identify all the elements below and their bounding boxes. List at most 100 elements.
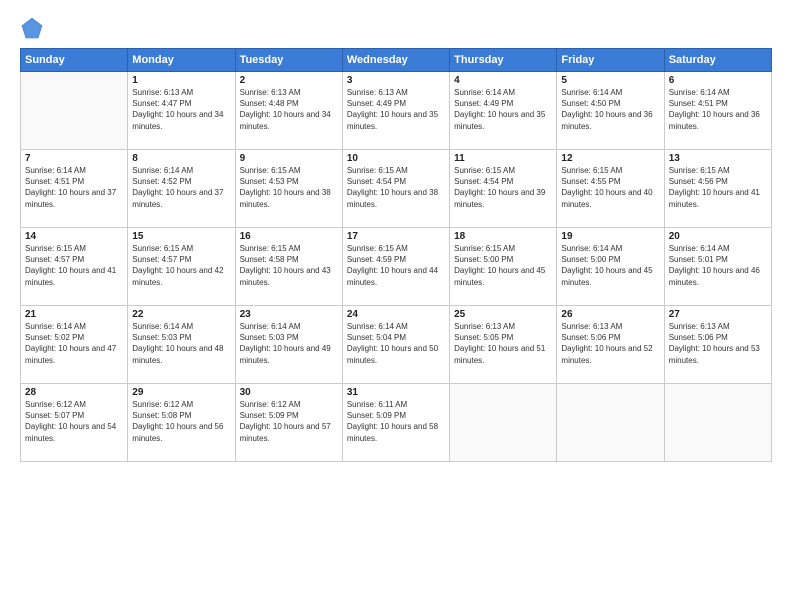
calendar-cell: 18Sunrise: 6:15 AM Sunset: 5:00 PM Dayli…	[450, 228, 557, 306]
day-number: 21	[25, 309, 123, 320]
day-number: 4	[454, 75, 552, 86]
calendar-cell: 15Sunrise: 6:15 AM Sunset: 4:57 PM Dayli…	[128, 228, 235, 306]
calendar-cell: 10Sunrise: 6:15 AM Sunset: 4:54 PM Dayli…	[342, 150, 449, 228]
calendar-cell: 11Sunrise: 6:15 AM Sunset: 4:54 PM Dayli…	[450, 150, 557, 228]
day-info: Sunrise: 6:15 AM Sunset: 4:56 PM Dayligh…	[669, 165, 767, 210]
calendar-cell: 22Sunrise: 6:14 AM Sunset: 5:03 PM Dayli…	[128, 306, 235, 384]
calendar-cell: 23Sunrise: 6:14 AM Sunset: 5:03 PM Dayli…	[235, 306, 342, 384]
day-info: Sunrise: 6:14 AM Sunset: 4:51 PM Dayligh…	[669, 87, 767, 132]
day-info: Sunrise: 6:13 AM Sunset: 4:48 PM Dayligh…	[240, 87, 338, 132]
weekday-header-row: SundayMondayTuesdayWednesdayThursdayFrid…	[21, 49, 772, 72]
logo	[20, 16, 48, 40]
day-number: 26	[561, 309, 659, 320]
calendar-table: SundayMondayTuesdayWednesdayThursdayFrid…	[20, 48, 772, 462]
day-number: 22	[132, 309, 230, 320]
day-info: Sunrise: 6:14 AM Sunset: 5:00 PM Dayligh…	[561, 243, 659, 288]
day-number: 23	[240, 309, 338, 320]
day-info: Sunrise: 6:14 AM Sunset: 5:03 PM Dayligh…	[132, 321, 230, 366]
day-info: Sunrise: 6:11 AM Sunset: 5:09 PM Dayligh…	[347, 399, 445, 444]
calendar-cell: 6Sunrise: 6:14 AM Sunset: 4:51 PM Daylig…	[664, 72, 771, 150]
calendar-cell: 1Sunrise: 6:13 AM Sunset: 4:47 PM Daylig…	[128, 72, 235, 150]
calendar-cell: 7Sunrise: 6:14 AM Sunset: 4:51 PM Daylig…	[21, 150, 128, 228]
day-info: Sunrise: 6:14 AM Sunset: 5:02 PM Dayligh…	[25, 321, 123, 366]
day-info: Sunrise: 6:12 AM Sunset: 5:09 PM Dayligh…	[240, 399, 338, 444]
day-info: Sunrise: 6:12 AM Sunset: 5:08 PM Dayligh…	[132, 399, 230, 444]
day-number: 3	[347, 75, 445, 86]
day-number: 31	[347, 387, 445, 398]
calendar-cell: 25Sunrise: 6:13 AM Sunset: 5:05 PM Dayli…	[450, 306, 557, 384]
calendar-cell: 30Sunrise: 6:12 AM Sunset: 5:09 PM Dayli…	[235, 384, 342, 462]
day-info: Sunrise: 6:14 AM Sunset: 4:52 PM Dayligh…	[132, 165, 230, 210]
day-info: Sunrise: 6:15 AM Sunset: 4:57 PM Dayligh…	[25, 243, 123, 288]
calendar-cell: 21Sunrise: 6:14 AM Sunset: 5:02 PM Dayli…	[21, 306, 128, 384]
day-info: Sunrise: 6:14 AM Sunset: 4:50 PM Dayligh…	[561, 87, 659, 132]
day-number: 10	[347, 153, 445, 164]
day-info: Sunrise: 6:14 AM Sunset: 4:51 PM Dayligh…	[25, 165, 123, 210]
calendar-cell: 31Sunrise: 6:11 AM Sunset: 5:09 PM Dayli…	[342, 384, 449, 462]
day-number: 28	[25, 387, 123, 398]
day-number: 17	[347, 231, 445, 242]
calendar-cell: 16Sunrise: 6:15 AM Sunset: 4:58 PM Dayli…	[235, 228, 342, 306]
day-info: Sunrise: 6:14 AM Sunset: 4:49 PM Dayligh…	[454, 87, 552, 132]
day-number: 11	[454, 153, 552, 164]
day-info: Sunrise: 6:13 AM Sunset: 5:05 PM Dayligh…	[454, 321, 552, 366]
day-number: 5	[561, 75, 659, 86]
day-number: 9	[240, 153, 338, 164]
day-number: 20	[669, 231, 767, 242]
calendar-cell: 20Sunrise: 6:14 AM Sunset: 5:01 PM Dayli…	[664, 228, 771, 306]
day-number: 27	[669, 309, 767, 320]
calendar-week-row: 1Sunrise: 6:13 AM Sunset: 4:47 PM Daylig…	[21, 72, 772, 150]
calendar-page: SundayMondayTuesdayWednesdayThursdayFrid…	[0, 0, 792, 612]
calendar-week-row: 14Sunrise: 6:15 AM Sunset: 4:57 PM Dayli…	[21, 228, 772, 306]
calendar-cell	[557, 384, 664, 462]
calendar-cell: 5Sunrise: 6:14 AM Sunset: 4:50 PM Daylig…	[557, 72, 664, 150]
weekday-header: Saturday	[664, 49, 771, 72]
logo-icon	[20, 16, 44, 40]
calendar-cell: 9Sunrise: 6:15 AM Sunset: 4:53 PM Daylig…	[235, 150, 342, 228]
day-number: 19	[561, 231, 659, 242]
calendar-week-row: 21Sunrise: 6:14 AM Sunset: 5:02 PM Dayli…	[21, 306, 772, 384]
weekday-header: Wednesday	[342, 49, 449, 72]
calendar-cell: 3Sunrise: 6:13 AM Sunset: 4:49 PM Daylig…	[342, 72, 449, 150]
day-info: Sunrise: 6:15 AM Sunset: 5:00 PM Dayligh…	[454, 243, 552, 288]
day-info: Sunrise: 6:15 AM Sunset: 4:57 PM Dayligh…	[132, 243, 230, 288]
day-number: 16	[240, 231, 338, 242]
day-number: 7	[25, 153, 123, 164]
day-number: 30	[240, 387, 338, 398]
day-number: 18	[454, 231, 552, 242]
day-number: 1	[132, 75, 230, 86]
calendar-cell: 24Sunrise: 6:14 AM Sunset: 5:04 PM Dayli…	[342, 306, 449, 384]
calendar-cell	[664, 384, 771, 462]
calendar-cell	[21, 72, 128, 150]
calendar-cell: 8Sunrise: 6:14 AM Sunset: 4:52 PM Daylig…	[128, 150, 235, 228]
weekday-header: Tuesday	[235, 49, 342, 72]
day-number: 6	[669, 75, 767, 86]
day-info: Sunrise: 6:15 AM Sunset: 4:59 PM Dayligh…	[347, 243, 445, 288]
day-number: 12	[561, 153, 659, 164]
day-info: Sunrise: 6:15 AM Sunset: 4:53 PM Dayligh…	[240, 165, 338, 210]
calendar-cell: 29Sunrise: 6:12 AM Sunset: 5:08 PM Dayli…	[128, 384, 235, 462]
day-number: 2	[240, 75, 338, 86]
calendar-cell: 12Sunrise: 6:15 AM Sunset: 4:55 PM Dayli…	[557, 150, 664, 228]
day-number: 8	[132, 153, 230, 164]
weekday-header: Thursday	[450, 49, 557, 72]
weekday-header: Monday	[128, 49, 235, 72]
calendar-cell: 17Sunrise: 6:15 AM Sunset: 4:59 PM Dayli…	[342, 228, 449, 306]
day-number: 15	[132, 231, 230, 242]
day-number: 24	[347, 309, 445, 320]
day-info: Sunrise: 6:13 AM Sunset: 4:47 PM Dayligh…	[132, 87, 230, 132]
day-info: Sunrise: 6:13 AM Sunset: 5:06 PM Dayligh…	[561, 321, 659, 366]
calendar-cell: 14Sunrise: 6:15 AM Sunset: 4:57 PM Dayli…	[21, 228, 128, 306]
day-number: 13	[669, 153, 767, 164]
day-number: 25	[454, 309, 552, 320]
day-number: 29	[132, 387, 230, 398]
day-number: 14	[25, 231, 123, 242]
day-info: Sunrise: 6:15 AM Sunset: 4:54 PM Dayligh…	[454, 165, 552, 210]
calendar-cell	[450, 384, 557, 462]
day-info: Sunrise: 6:15 AM Sunset: 4:54 PM Dayligh…	[347, 165, 445, 210]
calendar-week-row: 28Sunrise: 6:12 AM Sunset: 5:07 PM Dayli…	[21, 384, 772, 462]
calendar-cell: 4Sunrise: 6:14 AM Sunset: 4:49 PM Daylig…	[450, 72, 557, 150]
weekday-header: Sunday	[21, 49, 128, 72]
calendar-week-row: 7Sunrise: 6:14 AM Sunset: 4:51 PM Daylig…	[21, 150, 772, 228]
day-info: Sunrise: 6:13 AM Sunset: 4:49 PM Dayligh…	[347, 87, 445, 132]
